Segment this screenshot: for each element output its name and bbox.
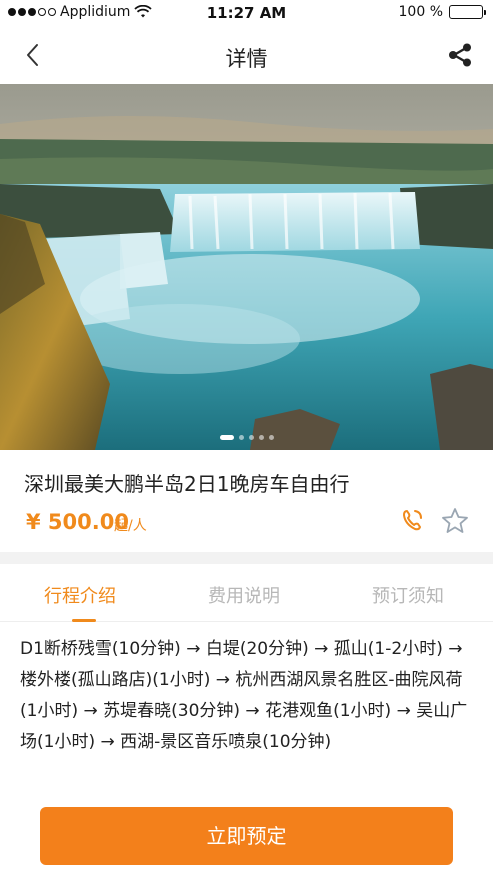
pager-dot	[238, 435, 244, 440]
status-right: 100 %	[398, 4, 486, 20]
call-button[interactable]	[398, 506, 426, 534]
pager-dot-active	[219, 435, 234, 440]
status-bar: Applidium 11:27 AM 100 %	[0, 0, 493, 26]
detail-tabs: 行程介绍 费用说明 预订须知	[0, 564, 493, 622]
chevron-left-icon	[27, 44, 38, 66]
pager-dot	[248, 435, 254, 440]
battery-icon	[449, 5, 486, 19]
pager-dot	[268, 435, 274, 440]
active-tab-indicator	[72, 619, 96, 622]
itinerary-text: D1断桥残雪(10分钟) → 白堤(20分钟) → 孤山(1-2小时) → 楼外…	[20, 639, 468, 752]
nav-bar: 详情	[0, 26, 493, 84]
favorite-button[interactable]	[440, 506, 470, 536]
tab-itinerary[interactable]: 行程介绍	[44, 582, 116, 608]
phone-icon	[403, 510, 422, 531]
back-button[interactable]	[18, 40, 48, 70]
book-now-button[interactable]: 立即预定	[40, 807, 453, 865]
hero-image[interactable]	[0, 84, 493, 450]
product-summary: 深圳最美大鹏半岛2日1晚房车自由行 ¥ 500.00 起/人	[0, 450, 493, 552]
page-title: 详情	[225, 47, 268, 71]
section-divider	[0, 552, 493, 564]
product-title: 深圳最美大鹏半岛2日1晚房车自由行	[24, 472, 350, 496]
pager-dot	[258, 435, 264, 440]
price-unit: 起/人	[114, 518, 147, 534]
share-button[interactable]	[445, 40, 475, 70]
share-icon	[449, 43, 471, 67]
image-pager	[0, 435, 493, 440]
tab-fees[interactable]: 费用说明	[208, 582, 280, 608]
tab-booking-notes[interactable]: 预订须知	[372, 582, 444, 608]
waterfall-photo	[0, 84, 493, 450]
bottom-bar: 立即预定	[0, 800, 493, 879]
star-outline-icon	[442, 508, 468, 533]
battery-percentage: 100 %	[398, 4, 443, 20]
